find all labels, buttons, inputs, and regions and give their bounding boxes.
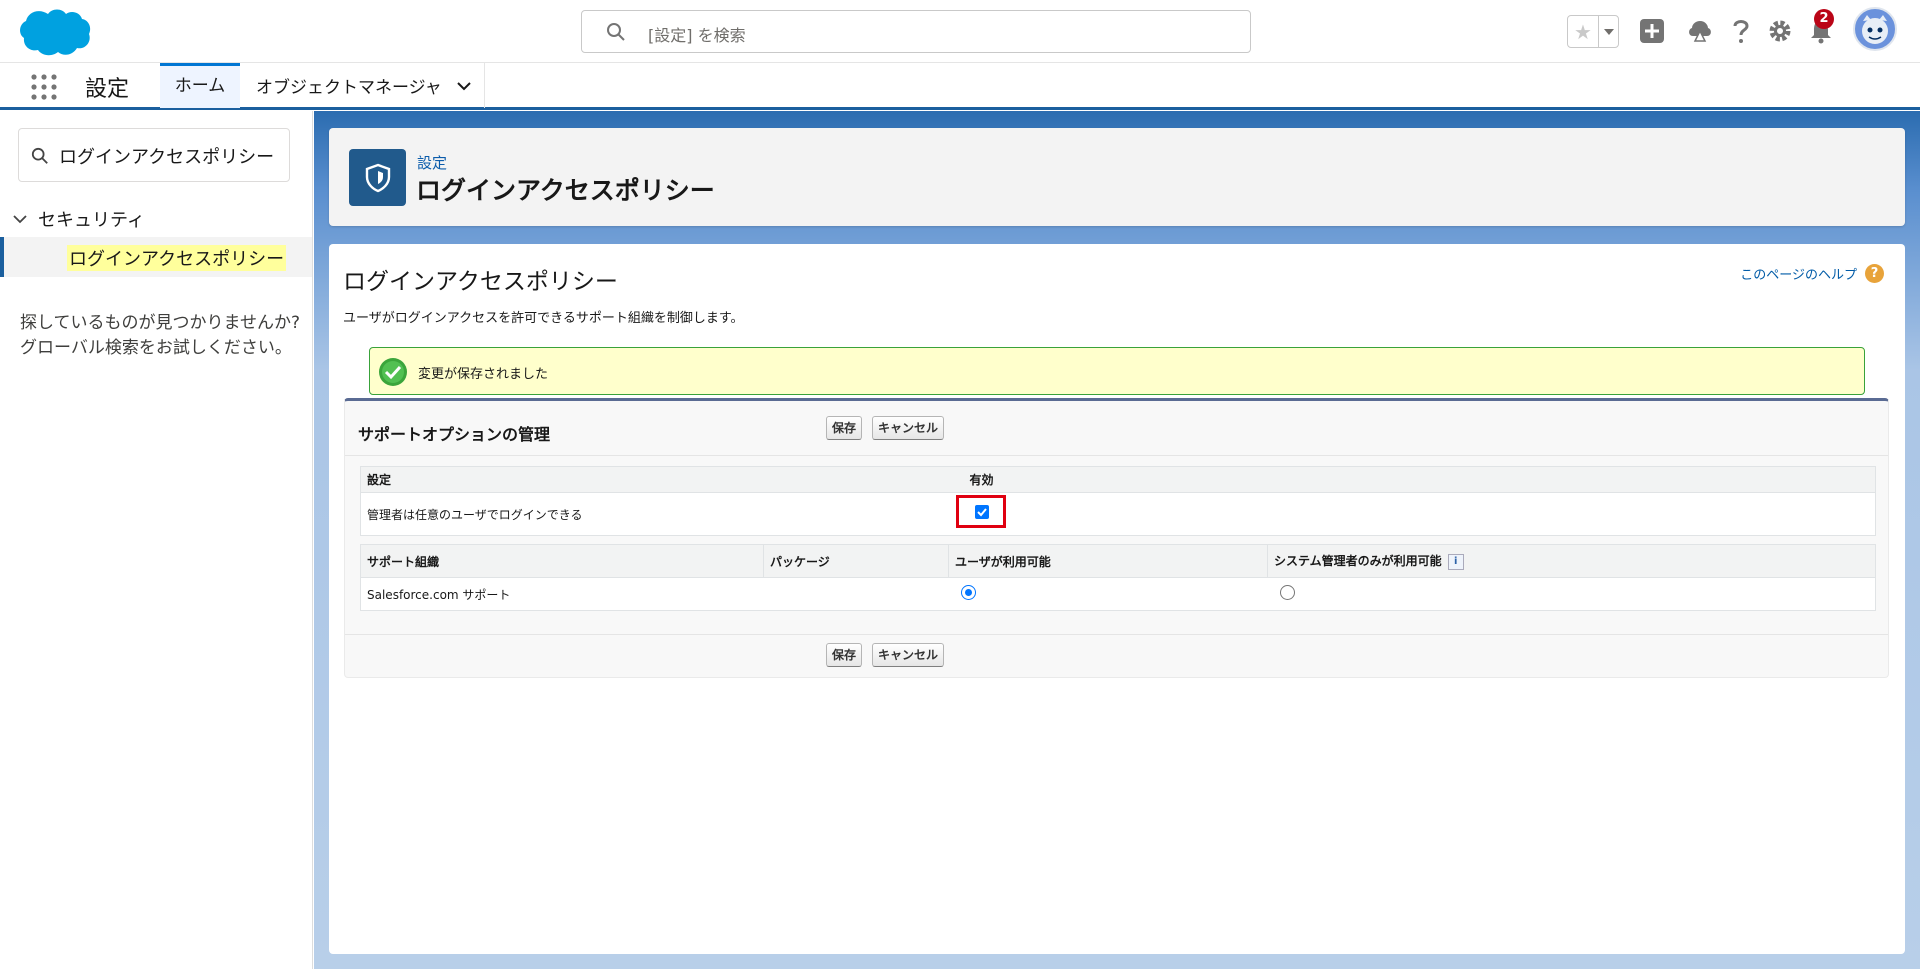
app-launcher-icon[interactable] bbox=[30, 73, 58, 101]
chevron-down-icon bbox=[13, 215, 27, 224]
page-title: ログインアクセスポリシー bbox=[416, 176, 715, 205]
users-available-cell bbox=[949, 578, 1268, 611]
column-header: パッケージ bbox=[763, 544, 949, 578]
table-header-row: サポート組織 パッケージ ユーザが利用可能 システム管理者のみが利用可能 i bbox=[360, 544, 1876, 578]
column-header-label: システム管理者のみが利用可能 bbox=[1274, 554, 1442, 569]
success-message-text: 変更が保存されました bbox=[418, 367, 549, 382]
help-icon bbox=[1733, 20, 1749, 43]
search-placeholder: [設定] を検索 bbox=[648, 26, 746, 45]
table-row: 管理者は任意のユーザでログインできる bbox=[361, 493, 1876, 536]
cancel-button-bottom[interactable]: キャンセル bbox=[872, 643, 945, 667]
save-button[interactable]: 保存 bbox=[826, 416, 863, 440]
table-header-row: 設定 有効 bbox=[360, 466, 1876, 493]
help-for-page-link[interactable]: このページのヘルプ ? bbox=[1740, 264, 1884, 283]
enabled-cell bbox=[955, 493, 1876, 536]
checkmark-icon bbox=[976, 508, 987, 517]
tab-object-manager[interactable]: オブジェクトマネージャ bbox=[240, 63, 485, 108]
shield-icon bbox=[349, 149, 406, 206]
help-button[interactable] bbox=[1726, 16, 1756, 46]
caret-down-icon bbox=[1603, 28, 1614, 35]
global-search-input[interactable]: [設定] を検索 bbox=[581, 10, 1251, 53]
app-navigation-bar: 設定 ホーム オブジェクトマネージャ bbox=[0, 63, 1920, 110]
success-message: 変更が保存されました bbox=[369, 347, 1865, 395]
settings-table: 設定 有効 管理者は任意のユーザでログインできる bbox=[360, 466, 1876, 536]
column-header-admin: システム管理者のみが利用可能 i bbox=[1267, 544, 1876, 578]
column-header: 有効 bbox=[963, 466, 1876, 493]
package-cell bbox=[764, 578, 949, 611]
content-title: ログインアクセスポリシー bbox=[343, 269, 618, 295]
sidebar-item-login-access-policies[interactable]: ログインアクセスポリシー bbox=[0, 237, 312, 277]
column-header: ユーザが利用可能 bbox=[948, 544, 1268, 578]
column-header: 設定 bbox=[360, 466, 964, 493]
support-org-table: サポート組織 パッケージ ユーザが利用可能 システム管理者のみが利用可能 i Sa… bbox=[360, 544, 1876, 611]
sidebar-help-line-1: 探しているものが見つかりませんか? bbox=[20, 313, 301, 333]
sidebar-item-label: ログインアクセスポリシー bbox=[67, 245, 287, 271]
global-header: [設定] を検索 ★ 2 bbox=[0, 0, 1920, 63]
trailhead-button[interactable] bbox=[1685, 16, 1715, 46]
admins-only-cell bbox=[1268, 578, 1876, 611]
help-link-label[interactable]: このページのヘルプ bbox=[1740, 264, 1857, 283]
setup-button[interactable] bbox=[1765, 16, 1795, 46]
page-description: ユーザがログインアクセスを許可できるサポート組織を制御します。 bbox=[343, 311, 744, 326]
search-icon bbox=[31, 147, 48, 164]
support-options-block: サポートオプションの管理 保存 キャンセル 設定 有効 管理者は任意のユーザでロ… bbox=[344, 398, 1889, 678]
support-org-name: Salesforce.com サポート bbox=[367, 587, 511, 602]
setup-sidebar: ログインアクセスポリシー セキュリティ ログインアクセスポリシー 探しているもの… bbox=[0, 111, 313, 969]
sidebar-section-security[interactable]: セキュリティ bbox=[12, 206, 145, 232]
content-panel: ログインアクセスポリシー このページのヘルプ ? ユーザがログインアクセスを許可… bbox=[329, 244, 1905, 954]
chevron-down-icon[interactable] bbox=[456, 78, 472, 94]
sidebar-section-label: セキュリティ bbox=[38, 210, 145, 231]
breadcrumb[interactable]: 設定 bbox=[417, 152, 447, 173]
quick-find-value: ログインアクセスポリシー bbox=[59, 147, 275, 168]
block-title: サポートオプションの管理 bbox=[358, 425, 551, 444]
cancel-button[interactable]: キャンセル bbox=[872, 416, 945, 440]
gear-icon bbox=[1769, 20, 1791, 42]
users-available-radio[interactable] bbox=[960, 585, 976, 600]
setting-label: 管理者は任意のユーザでログインできる bbox=[367, 507, 583, 522]
favorites-dropdown[interactable] bbox=[1598, 16, 1618, 47]
tab-object-manager-label: オブジェクトマネージャ bbox=[256, 78, 442, 98]
add-icon bbox=[1640, 19, 1664, 43]
info-icon[interactable]: i bbox=[1447, 553, 1464, 570]
global-actions-button[interactable] bbox=[1637, 16, 1667, 46]
salesforce-logo[interactable] bbox=[18, 6, 92, 58]
block-footer: 保存 キャンセル bbox=[345, 634, 1888, 678]
help-question-icon[interactable]: ? bbox=[1865, 264, 1884, 283]
star-icon[interactable]: ★ bbox=[1568, 16, 1598, 47]
block-header: サポートオプションの管理 保存 キャンセル bbox=[345, 401, 1888, 456]
tab-home[interactable]: ホーム bbox=[160, 63, 240, 108]
page-header: 設定 ログインアクセスポリシー bbox=[329, 128, 1905, 226]
avatar[interactable] bbox=[1853, 7, 1897, 51]
check-icon bbox=[379, 358, 407, 386]
trailhead-icon bbox=[1689, 21, 1711, 42]
astro-avatar-icon bbox=[1862, 15, 1888, 44]
notification-badge: 2 bbox=[1814, 9, 1834, 29]
enabled-checkbox[interactable] bbox=[974, 505, 989, 519]
quick-find-input[interactable]: ログインアクセスポリシー bbox=[18, 128, 290, 182]
favorites-button[interactable]: ★ bbox=[1567, 15, 1619, 48]
search-icon bbox=[607, 23, 625, 41]
app-name: 設定 bbox=[85, 77, 130, 102]
sidebar-help-line-2: グローバル検索をお試しください。 bbox=[20, 338, 292, 358]
admins-only-radio[interactable] bbox=[1279, 585, 1295, 600]
save-button-bottom[interactable]: 保存 bbox=[826, 643, 863, 667]
table-row: Salesforce.com サポート bbox=[361, 578, 1876, 611]
sidebar-help-text: 探しているものが見つかりませんか? グローバル検索をお試しください。 bbox=[20, 311, 300, 361]
column-header: サポート組織 bbox=[360, 544, 764, 578]
highlight-box bbox=[955, 495, 1006, 528]
